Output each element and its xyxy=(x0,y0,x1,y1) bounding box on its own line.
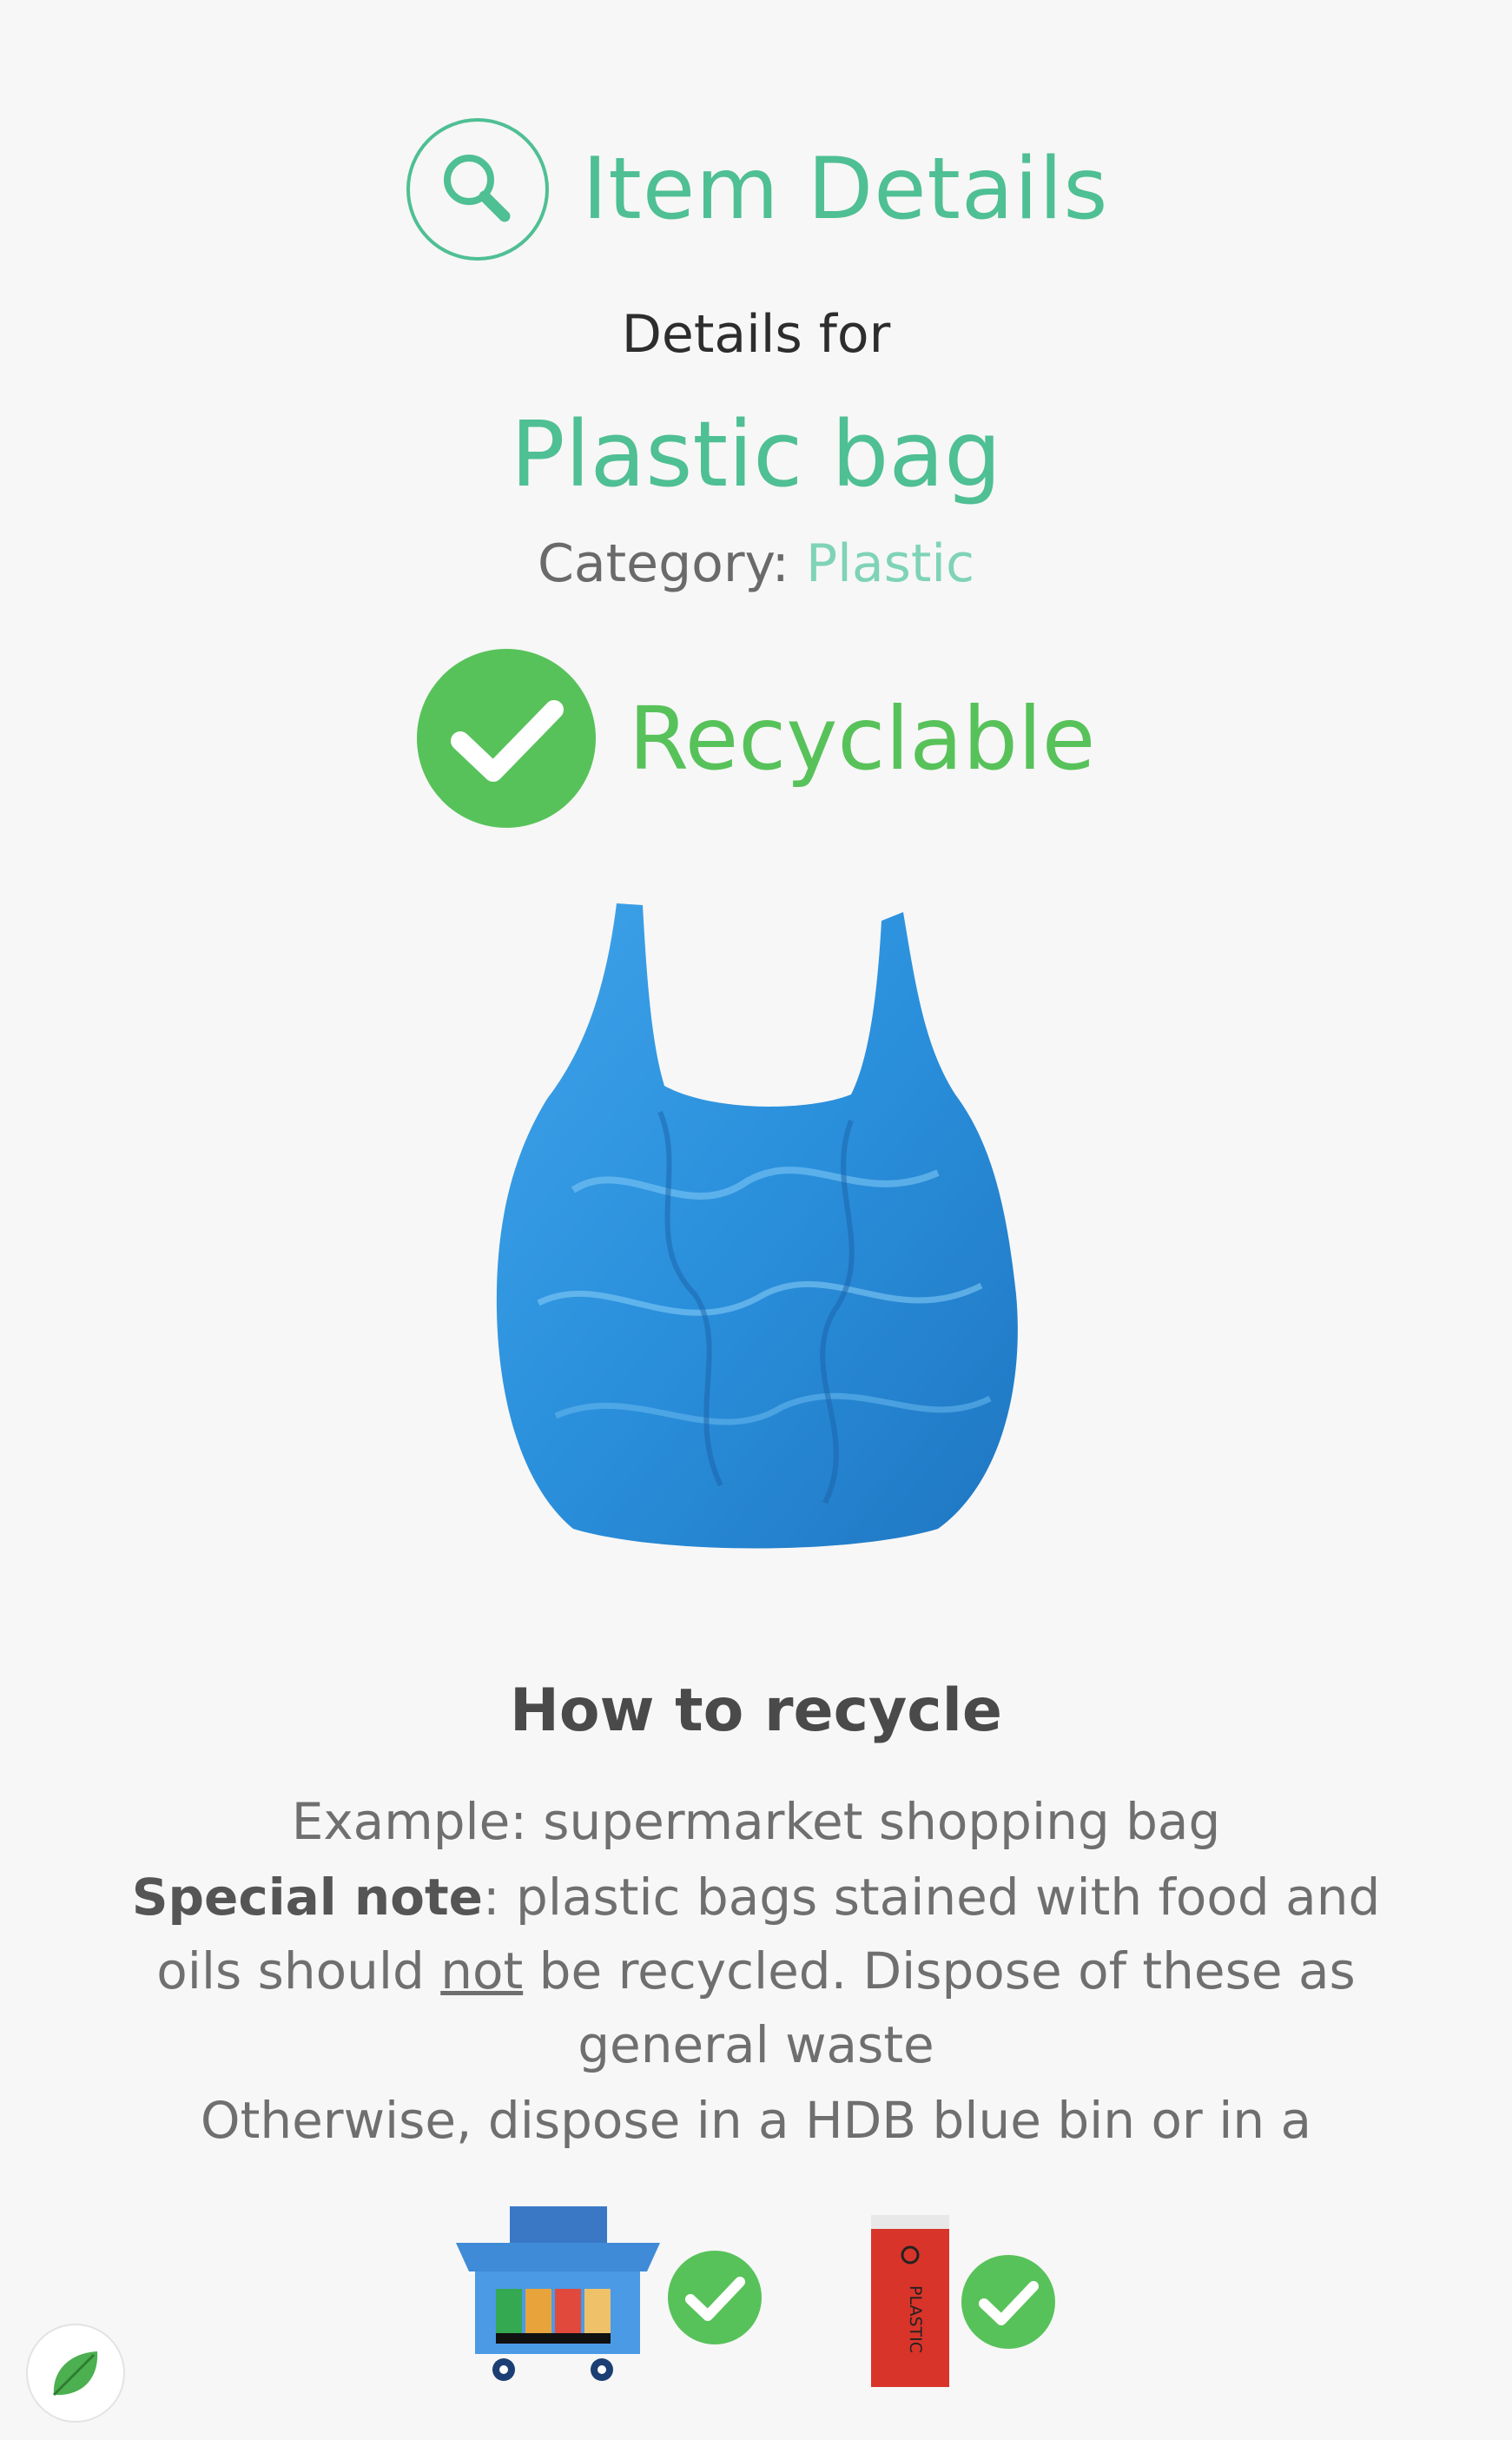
check-icon xyxy=(668,2251,762,2344)
leaf-button[interactable] xyxy=(26,2324,125,2423)
recycle-instructions[interactable]: Example: supermarket shopping bag Specia… xyxy=(87,1785,1425,2150)
header: Item Details xyxy=(0,111,1512,268)
recycling-basket-icon xyxy=(456,2206,660,2381)
plastic-bin-label: PLASTIC xyxy=(906,2285,925,2353)
leaf-icon xyxy=(52,2351,98,2397)
plastic-bag-image xyxy=(496,903,1018,1549)
category-value[interactable]: Plastic xyxy=(806,533,974,594)
check-icon xyxy=(961,2255,1055,2349)
example-text: Example: supermarket shopping bag xyxy=(291,1792,1221,1851)
category-line: Category: Plastic xyxy=(0,533,1512,594)
magnifier-icon xyxy=(406,118,549,261)
otherwise-text: Otherwise, dispose in a HDB blue bin or … xyxy=(200,2091,1312,2150)
emphasis-not: not xyxy=(440,1941,524,2000)
item-name: Plastic bag xyxy=(510,401,1002,507)
category-label: Category: xyxy=(537,533,789,594)
plastic-bin-icon: PLASTIC xyxy=(871,2215,949,2387)
page-title: Item Details xyxy=(582,140,1109,239)
item-details-page: Item Details Details for Plastic bag Cat… xyxy=(0,0,1512,2440)
special-note: Special note: plastic bags stained with … xyxy=(131,1868,1381,2074)
details-for-label: Details for xyxy=(621,304,891,365)
status-label: Recyclable xyxy=(628,687,1096,790)
bin-option-basket[interactable] xyxy=(456,2206,763,2389)
checkmark-icon xyxy=(416,649,596,828)
bin-option-plastic[interactable]: PLASTIC xyxy=(867,2215,1056,2389)
how-to-recycle-title: How to recycle xyxy=(509,1676,1003,1745)
bin-options: PLASTIC xyxy=(0,2206,1512,2389)
recyclable-status: Recyclable xyxy=(0,647,1512,830)
special-note-label: Special note xyxy=(131,1868,484,1927)
